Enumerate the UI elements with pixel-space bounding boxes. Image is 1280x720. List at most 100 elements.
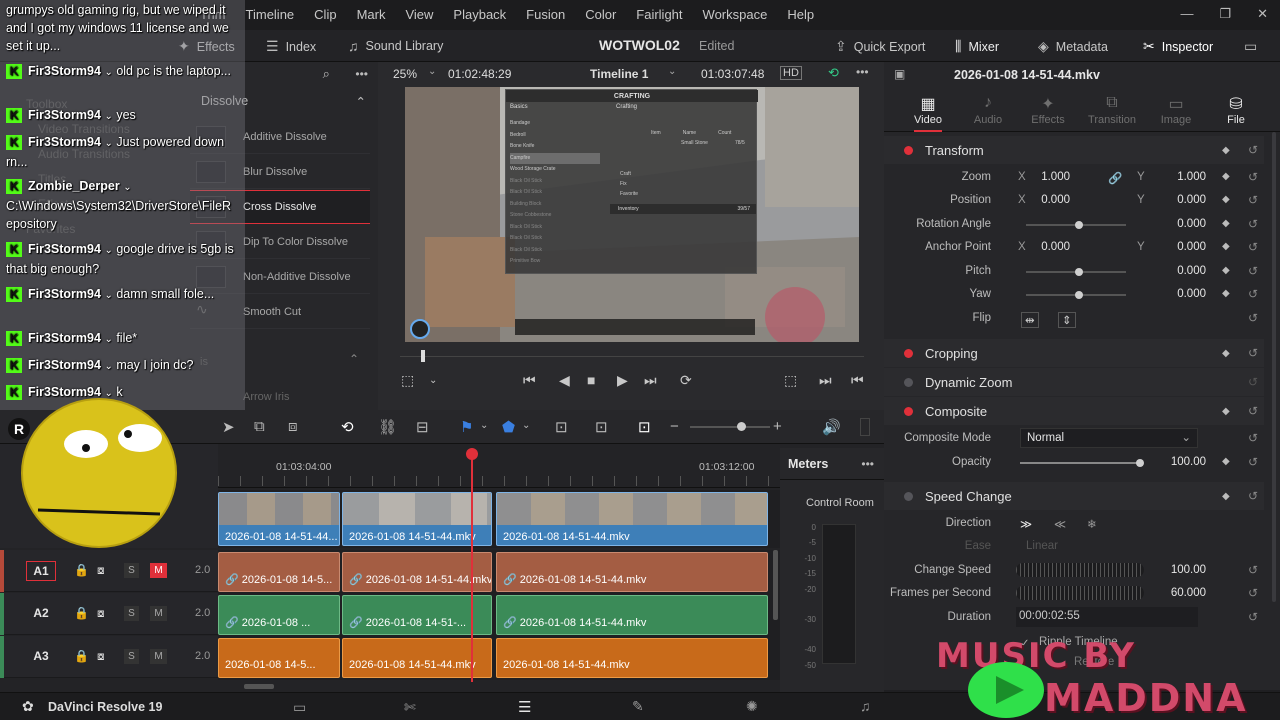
solo-button[interactable]: S [124,563,139,578]
recipe-item[interactable]: Black Oil Stick [510,176,600,188]
overwrite-icon[interactable]: ⧈ [288,418,298,435]
marker-icon[interactable]: ⬟ [502,418,515,436]
lock-icon[interactable]: 🔒 [74,649,89,663]
go-to-end-icon[interactable]: ⏭ [644,372,657,389]
more-options-icon[interactable]: ••• [861,457,874,471]
reset-icon[interactable]: ↺ [1248,586,1258,600]
zoom-y-field[interactable]: 1.000 [1146,171,1206,183]
timeline-selector[interactable]: Timeline 1 [590,67,648,81]
chevron-down-icon[interactable]: ⌄ [428,66,436,77]
rotation-field[interactable]: 0.000 [1146,218,1206,230]
chevron-up-icon[interactable]: ⌃ [349,352,359,366]
chevron-down-icon[interactable]: ⌄ [668,66,676,77]
reset-icon[interactable]: ↺ [1248,489,1258,503]
zoom-x-field[interactable]: 1.000 [1010,171,1070,183]
zoom-knob[interactable] [737,422,746,431]
chevron-down-icon[interactable]: ⌄ [522,420,530,431]
more-options-icon[interactable]: ••• [856,65,869,79]
timeline-ruler[interactable]: 01:03:04:00 01:03:12:00 [218,448,780,488]
solo-button[interactable]: S [124,649,139,664]
recipe-item[interactable]: Bone Knife [510,141,600,153]
track-name[interactable]: A2 [26,604,56,624]
slider-knob[interactable] [1136,459,1144,467]
craft-option[interactable]: Favorite [620,189,638,199]
snapping-icon[interactable]: ⟲ [341,418,354,436]
timeline-vscrollbar[interactable] [773,550,778,620]
ease-dropdown[interactable]: Linear [1026,540,1058,552]
trim-mode-icon[interactable]: ⧉ [254,418,265,435]
reset-icon[interactable]: ↺ [1248,455,1258,469]
video-clip[interactable]: 2026-01-08 14-51-44... [218,492,340,546]
position-y-field[interactable]: 0.000 [1146,194,1206,206]
craft-option[interactable]: Fix [620,179,638,189]
fullscreen-button[interactable]: ▭ [1244,38,1257,55]
flip-horizontal-icon[interactable]: ⇹ [1021,312,1039,328]
opacity-slider[interactable] [1020,462,1142,464]
mixer-button[interactable]: ⫼ Mixer [955,38,999,55]
menu-view[interactable]: View [405,7,433,22]
sync-icon[interactable]: ⟲ [828,65,839,81]
zoom-out-icon[interactable]: − [670,418,679,435]
audio-clip-a3[interactable]: 2026-01-08 14-51-44.mkv [342,638,492,678]
anchor-x-field[interactable]: 0.000 [1010,241,1070,253]
color-page-icon[interactable]: ✺ [746,698,758,715]
opacity-field[interactable]: 100.00 [1146,456,1206,468]
keyframe-icon[interactable]: ◆ [1222,456,1230,467]
timeline-hscrollbar[interactable] [244,684,274,689]
audio-clip-a3[interactable]: 2026-01-08 14-51-44.mkv [496,638,768,678]
tab-video[interactable]: ▦ Video [898,94,958,126]
reset-icon[interactable]: ↺ [1248,143,1258,157]
auto-track-icon[interactable]: ⧇ [97,649,105,664]
close-button[interactable]: ✕ [1257,6,1268,22]
menu-mark[interactable]: Mark [357,7,386,22]
anchor-y-field[interactable]: 0.000 [1146,241,1206,253]
tab-file[interactable]: ⛁ File [1206,94,1266,126]
chevron-down-icon[interactable]: ⌄ [480,420,488,431]
audio-clip-a2[interactable]: 🔗 2026-01-08 14-51-44.mkv [496,595,768,635]
inspector-layout-icon[interactable]: ▣ [894,67,905,81]
keyframe-icon[interactable]: ◆ [1222,288,1230,299]
hd-icon[interactable]: HD [780,66,802,80]
slider-knob[interactable] [1075,291,1083,299]
track-name[interactable]: A3 [26,647,56,667]
zoom-in-icon[interactable]: + [773,418,782,435]
tab-effects[interactable]: ✦ Effects [1018,94,1078,126]
speed-change-section[interactable]: Speed Change ◆ ↺ [884,482,1264,510]
volume-icon[interactable]: 🔊 [822,418,841,436]
link-icon[interactable]: ⛓ [378,418,397,436]
tab-transition[interactable]: ⧉ Transition [1082,94,1142,126]
lock-icon[interactable]: 🔒 [74,606,89,620]
edit-page-icon[interactable]: ☰ [518,698,531,716]
lock-icon[interactable]: 🔒 [74,563,89,577]
play-icon[interactable]: ▶ [617,372,628,389]
craft-option[interactable]: Craft [620,169,638,179]
cut-page-icon[interactable]: ✄ [404,699,416,716]
duration-field[interactable]: 00:00:02:55 [1016,607,1198,627]
yaw-field[interactable]: 0.000 [1146,288,1206,300]
recipe-item[interactable]: Wood Storage Crate [510,164,600,176]
reverse-icon[interactable]: ≪ [1054,517,1066,531]
media-page-icon[interactable]: ▭ [293,699,306,716]
index-button[interactable]: ☰ Index [266,38,316,55]
freeze-icon[interactable]: ❄ [1087,517,1097,531]
viewer-options-icon[interactable]: ⬚ [401,372,414,389]
position-x-field[interactable]: 0.000 [1010,194,1070,206]
reset-icon[interactable]: ↺ [1248,375,1258,389]
zoom-level[interactable]: 25% [393,67,417,81]
menu-help[interactable]: Help [787,7,814,22]
reset-icon[interactable]: ↺ [1248,346,1258,360]
audio-clip-a3[interactable]: 2026-01-08 14-5... [218,638,340,678]
keyframe-icon[interactable]: ◆ [1222,145,1230,156]
reset-icon[interactable]: ↺ [1248,287,1258,301]
reset-icon[interactable]: ↺ [1248,240,1258,254]
inspector-button[interactable]: ✂ Inspector [1143,38,1213,55]
zoom-fit-icon[interactable]: ⊡ [555,418,568,436]
zoom-slider[interactable] [690,426,770,428]
reset-icon[interactable]: ↺ [1248,193,1258,207]
effect-label[interactable]: Arrow Iris [243,391,289,403]
keyframe-icon[interactable]: ◆ [1222,348,1230,359]
menu-clip[interactable]: Clip [314,7,336,22]
change-speed-field[interactable]: 100.00 [1146,564,1206,576]
keyframe-icon[interactable]: ◆ [1222,265,1230,276]
recipe-item[interactable]: Bandage [510,118,600,130]
